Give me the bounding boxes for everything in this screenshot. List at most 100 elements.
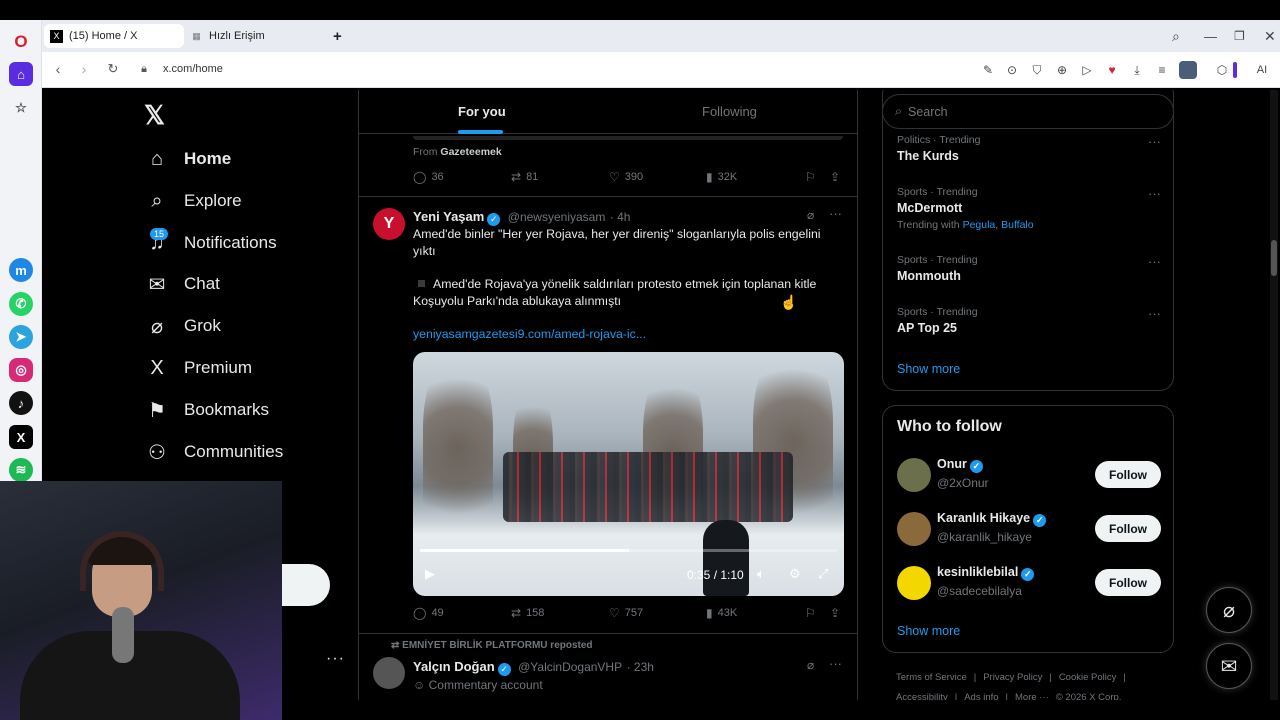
tab-following[interactable]: Following [702,104,757,119]
footer-link[interactable]: Ads info [964,692,998,700]
share-button[interactable]: ⇪ [830,606,845,620]
download-icon[interactable]: ⤓ [1129,62,1145,78]
post-more-icon[interactable]: ··· [829,656,842,671]
footer-link[interactable]: Privacy Policy [983,672,1042,683]
tab-for-you[interactable]: For you [458,104,506,119]
trends-show-more[interactable]: Show more [897,362,960,376]
reposted-by-text[interactable]: EMNİYET BİRLİK PLATFORMU reposted [402,640,592,651]
author-name[interactable]: Yalçın Doğan [413,659,495,674]
reply-button[interactable]: ◯ 36 [413,170,444,184]
follow-button[interactable]: Follow [1095,461,1161,488]
follow-suggestion[interactable]: Onur ✓ @2xOnur Follow [897,456,1161,496]
bookmark-button[interactable]: ⚐ [805,170,821,184]
author-handle[interactable]: @YalcinDoganVHP [518,660,622,674]
post-video[interactable]: ▶ 0:35 / 1:10 🔈︎ ⚙ ⤢ [413,352,844,596]
play-icon[interactable]: ▷ [1079,62,1095,78]
pinboard-icon[interactable]: ☆ [9,96,33,120]
author-handle[interactable]: @newsyeniyasam [508,210,606,224]
nav-home[interactable]: ⌂ Home [144,139,231,179]
post-button[interactable] [282,564,330,606]
spotify-icon[interactable]: ≋ [9,458,33,482]
author-name[interactable]: Yeni Yaşam [413,209,484,224]
nav-grok[interactable]: ⌀ Grok [144,306,221,346]
whatsapp-icon[interactable]: ✆ [9,292,33,316]
kesinliklebilal-avatar[interactable] [897,566,931,600]
onur-avatar[interactable] [897,458,931,492]
trend-more-icon[interactable]: ··· [1148,134,1161,149]
heart-icon[interactable]: ♥ [1104,62,1120,78]
reload-button[interactable]: ↻ [104,61,122,77]
like-button[interactable]: ♡ 757 [609,606,643,620]
tab-quick-access[interactable]: ▦ Hızlı Erişim [184,24,324,48]
back-button[interactable]: ‹ [49,61,67,77]
minimize-button[interactable]: — [1198,24,1217,48]
karanlik-hikaye-avatar[interactable] [897,512,931,546]
repost-button[interactable]: ⇄ 81 [511,170,538,184]
post-more-icon[interactable]: ··· [829,206,842,221]
footer-more-link[interactable]: More ··· [1015,692,1049,700]
trending-with-links[interactable]: Pegula, Buffalo [963,219,1034,231]
page-scrollbar[interactable] [1270,90,1278,700]
reply-button[interactable]: ◯ 49 [413,606,444,620]
url-field[interactable]: x.com/home [163,63,223,75]
fullscreen-icon[interactable]: ⤢ [818,566,828,582]
footer-link[interactable]: Cookie Policy [1059,672,1117,683]
camera-icon[interactable]: ⊙ [1004,62,1020,78]
repost-button[interactable]: ⇄ 158 [511,606,544,620]
trend-item[interactable]: Politics · Trending The Kurds ··· [897,134,1161,163]
profile-avatar[interactable] [1179,61,1197,79]
box-icon[interactable]: ⬡ [1214,62,1230,78]
follow-show-more[interactable]: Show more [897,624,960,638]
footer-link[interactable]: Accessibility [896,692,948,700]
nav-explore[interactable]: ⌕ Explore [144,181,241,221]
instagram-icon[interactable]: ◎ [9,358,33,382]
new-tab-button[interactable]: + [328,24,350,48]
tab-search-icon[interactable]: ⌕ [1166,24,1180,48]
x-app-icon[interactable]: X [9,425,33,449]
nav-communities[interactable]: ⚇ Communities [144,432,283,472]
like-button[interactable]: ♡ 390 [609,170,643,184]
scrollbar-thumb[interactable] [1271,240,1277,276]
yalcin-dogan-avatar[interactable] [373,657,405,689]
post-time[interactable]: · 23h [627,660,654,674]
start-page-icon[interactable]: ⌂ [9,62,33,86]
follow-button[interactable]: Follow [1095,515,1161,542]
trend-item[interactable]: Sports · Trending Monmouth ··· [897,254,1161,283]
settings-icon[interactable]: ⚙ [789,566,801,582]
trend-more-icon[interactable]: ··· [1148,254,1161,269]
vpn-icon[interactable]: ⊕ [1054,62,1070,78]
edit-icon[interactable]: ✎ [980,62,996,78]
menu-icon[interactable]: ≡ [1154,62,1170,78]
source-name[interactable]: Gazeteemek [440,146,501,158]
grok-fab[interactable]: ⌀ [1206,587,1252,633]
tab-home-x[interactable]: X (15) Home / X [44,24,184,48]
footer-link[interactable]: Terms of Service [896,672,967,683]
close-window-button[interactable]: ✕ [1258,24,1276,48]
follow-suggestion[interactable]: kesinliklebilal ✓ @sadecebilalya Follow [897,564,1161,604]
video-progress-bar[interactable] [420,549,837,552]
grok-explain-icon[interactable]: ⌀ [807,658,814,672]
nav-chat[interactable]: ✉ Chat [144,264,220,304]
share-button[interactable]: ⇪ [830,170,845,184]
restore-button[interactable]: ❐ [1228,24,1245,48]
opera-logo-icon[interactable]: O [9,30,33,54]
shield-icon[interactable]: ⛉ [1029,62,1045,78]
messages-fab[interactable]: ✉ [1206,643,1252,689]
account-more-icon[interactable]: ··· [326,650,345,668]
bookmark-button[interactable]: ⚐ [805,606,821,620]
nav-bookmarks[interactable]: ⚑ Bookmarks [144,390,269,430]
trend-more-icon[interactable]: ··· [1148,186,1161,201]
x-home-logo[interactable]: 𝕏 [144,100,165,131]
nav-premium[interactable]: X Premium [144,348,252,388]
follow-suggestion[interactable]: Karanlık Hikaye ✓ @karanlik_hikaye Follow [897,510,1161,550]
messenger-icon[interactable]: m [9,258,33,282]
views-button[interactable]: ▮ 43K [706,606,737,620]
trend-item[interactable]: Sports · Trending AP Top 25 ··· [897,306,1161,335]
telegram-icon[interactable]: ➤ [9,325,33,349]
play-button[interactable]: ▶ [425,566,435,582]
yeni-yasam-avatar[interactable]: Y [373,208,405,240]
post-link[interactable]: yeniyasamgazetesi9.com/amed-rojava-ic... [413,326,843,343]
post-time[interactable]: · 4h [610,210,631,224]
trend-item[interactable]: Sports · Trending McDermott Trending wit… [897,186,1161,231]
ai-button[interactable]: AI [1248,62,1276,78]
